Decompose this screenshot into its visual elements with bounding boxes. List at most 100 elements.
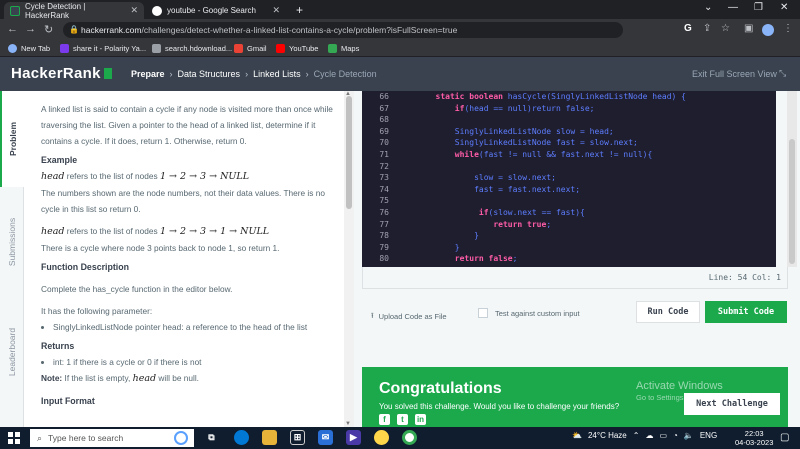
code-editor[interactable]: 66 static boolean hasCycle(SinglyLinkedL… xyxy=(362,91,776,267)
tab-close-icon[interactable]: ✕ xyxy=(272,5,280,16)
bookmark-maps[interactable]: Maps xyxy=(328,44,359,53)
code-text: fast = fast.next.next; xyxy=(474,184,581,194)
chevron-right-icon: › xyxy=(245,69,249,79)
bookmark-youtube[interactable]: YouTube xyxy=(276,44,318,53)
exit-fullscreen-link[interactable]: Exit Full Screen View xyxy=(692,69,777,79)
example-2-desc: There is a cycle where node 3 points bac… xyxy=(41,243,280,253)
youtube-icon xyxy=(276,44,285,53)
taskbar-search-input[interactable]: ⌕ Type here to search xyxy=(30,429,194,447)
linkedin-icon[interactable]: in xyxy=(415,414,426,425)
reload-icon[interactable]: ↻ xyxy=(44,23,53,36)
hackerrank-logo[interactable]: HackerRank xyxy=(11,65,112,82)
tab-submissions[interactable]: Submissions xyxy=(0,187,24,297)
code-line[interactable]: 66 static boolean hasCycle(SinglyLinkedL… xyxy=(362,91,776,102)
code-line[interactable]: 71 while(fast != null && fast.next != nu… xyxy=(362,149,776,160)
code-line[interactable]: 67 if(head == null)return false; xyxy=(362,103,776,114)
edge-icon[interactable] xyxy=(234,430,249,445)
file-explorer-icon[interactable] xyxy=(262,430,277,445)
tab-problem[interactable]: Problem xyxy=(0,91,24,187)
code-keyword: while xyxy=(454,150,479,159)
bookmark-star-icon[interactable]: ☆ xyxy=(721,23,730,34)
congrats-message: You solved this challenge. Would you lik… xyxy=(379,402,620,411)
task-view-icon[interactable]: ⧉ xyxy=(204,430,219,445)
returns-heading: Returns xyxy=(41,341,75,351)
code-line[interactable]: 74 fast = fast.next.next; xyxy=(362,184,776,195)
custom-input-toggle[interactable]: Test against custom input xyxy=(478,308,580,318)
mail-icon[interactable]: ✉ xyxy=(318,430,333,445)
media-player-icon[interactable]: ▶ xyxy=(346,430,361,445)
cloud-icon[interactable]: ☁ xyxy=(645,431,653,440)
twitter-icon[interactable]: t xyxy=(397,414,408,425)
function-desc: Complete the has_cycle function in the e… xyxy=(41,284,233,294)
submit-code-button[interactable]: Submit Code xyxy=(705,301,787,323)
side-panel-icon[interactable]: ▣ xyxy=(744,23,753,34)
chrome-icon[interactable] xyxy=(402,430,417,445)
math-var: head xyxy=(41,171,65,182)
code-line[interactable]: 79 } xyxy=(362,242,776,253)
code-line[interactable]: 78 } xyxy=(362,230,776,241)
taskbar-clock[interactable]: 22:03 04-03-2023 xyxy=(735,429,773,447)
new-tab-button[interactable]: + xyxy=(290,1,309,18)
facebook-icon[interactable]: f xyxy=(379,414,390,425)
cortana-icon[interactable] xyxy=(174,431,188,445)
battery-icon[interactable]: ▭ xyxy=(659,431,667,440)
weather-icon[interactable]: ⛅ xyxy=(572,431,582,440)
code-line[interactable]: 68 xyxy=(362,114,776,125)
forward-icon[interactable]: → xyxy=(25,23,36,35)
cursor-position: Line: 54 Col: 1 xyxy=(708,273,781,282)
profile-avatar[interactable] xyxy=(762,24,774,36)
upload-code-button[interactable]: ⭱ Upload Code as File xyxy=(371,310,447,323)
code-line[interactable]: 72 xyxy=(362,161,776,172)
custom-input-label: Test against custom input xyxy=(495,308,580,318)
code-line[interactable]: 70 SinglyLinkedListNode fast = slow.next… xyxy=(362,137,776,148)
microsoft-store-icon[interactable]: ⊞ xyxy=(290,430,305,445)
editor-scrollbar[interactable] xyxy=(787,91,797,267)
next-challenge-button[interactable]: Next Challenge xyxy=(684,393,780,415)
system-tray: ⛅ 24°C Haze ⌃ ☁ ▭ ◔ 🔈 ENG xyxy=(572,431,723,440)
restore-icon[interactable]: ❐ xyxy=(754,2,763,13)
tab-close-icon[interactable]: ✕ xyxy=(130,5,138,16)
tray-chevron-icon[interactable]: ⌃ xyxy=(633,431,640,440)
share-icon[interactable]: ⇪ xyxy=(703,23,711,34)
weather-text[interactable]: 24°C Haze xyxy=(588,431,627,440)
network-icon[interactable]: ◔ xyxy=(673,431,678,440)
menu-kebab-icon[interactable]: ⋮ xyxy=(783,23,793,34)
custom-input-checkbox[interactable] xyxy=(478,308,488,318)
language-indicator[interactable]: ENG xyxy=(700,431,717,440)
bookmark-new-tab[interactable]: New Tab xyxy=(8,44,50,53)
tab-youtube-search[interactable]: youtube - Google Search ✕ xyxy=(146,2,286,19)
volume-icon[interactable]: 🔈 xyxy=(684,431,694,440)
code-line[interactable]: 73 slow = slow.next; xyxy=(362,172,776,183)
bookmark-search-hdownload[interactable]: search.hdownload... xyxy=(152,44,232,53)
windows-start-icon[interactable] xyxy=(8,432,20,444)
minimize-icon[interactable]: — xyxy=(728,2,738,13)
tab-leaderboard[interactable]: Leaderboard xyxy=(0,297,24,407)
code-line[interactable]: 80 return false; xyxy=(362,253,776,264)
congratulations-banner: Congratulations You solved this challeng… xyxy=(362,367,788,427)
url-field[interactable]: 🔒 hackerrank.com/challenges/detect-wheth… xyxy=(63,22,623,38)
breadcrumb-prepare[interactable]: Prepare xyxy=(131,69,165,79)
code-line[interactable]: 77 return true; xyxy=(362,219,776,230)
window-close-icon[interactable]: ✕ xyxy=(780,2,788,13)
scrollbar-thumb[interactable] xyxy=(789,139,795,264)
code-line[interactable]: 69 SinglyLinkedListNode slow = head; xyxy=(362,126,776,137)
run-code-button[interactable]: Run Code xyxy=(636,301,700,323)
bookmark-share-it[interactable]: share it - Polarity Ya... xyxy=(60,44,146,53)
code-line[interactable]: 76 if(slow.next == fast){ xyxy=(362,207,776,218)
congrats-title: Congratulations xyxy=(379,380,502,397)
collapse-fullscreen-icon[interactable]: ⤡ xyxy=(779,68,786,79)
breadcrumb-data-structures[interactable]: Data Structures xyxy=(178,69,241,79)
tab-cycle-detection[interactable]: Cycle Detection | HackerRank ✕ xyxy=(4,2,144,20)
code-line[interactable]: 75 xyxy=(362,195,776,206)
scrollbar-thumb[interactable] xyxy=(346,96,352,209)
code-keyword: return true xyxy=(493,219,547,229)
breadcrumb-linked-lists[interactable]: Linked Lists xyxy=(253,69,301,79)
problem-scrollbar[interactable]: ▲ ▼ xyxy=(344,91,354,427)
sticky-notes-icon[interactable] xyxy=(374,430,389,445)
bookmark-gmail[interactable]: Gmail xyxy=(234,44,267,53)
google-lens-icon[interactable]: G xyxy=(684,23,692,34)
tab-search-icon[interactable]: ⌄ xyxy=(704,2,712,13)
back-icon[interactable]: ← xyxy=(7,23,18,35)
notification-icon[interactable]: ▢ xyxy=(780,432,789,443)
